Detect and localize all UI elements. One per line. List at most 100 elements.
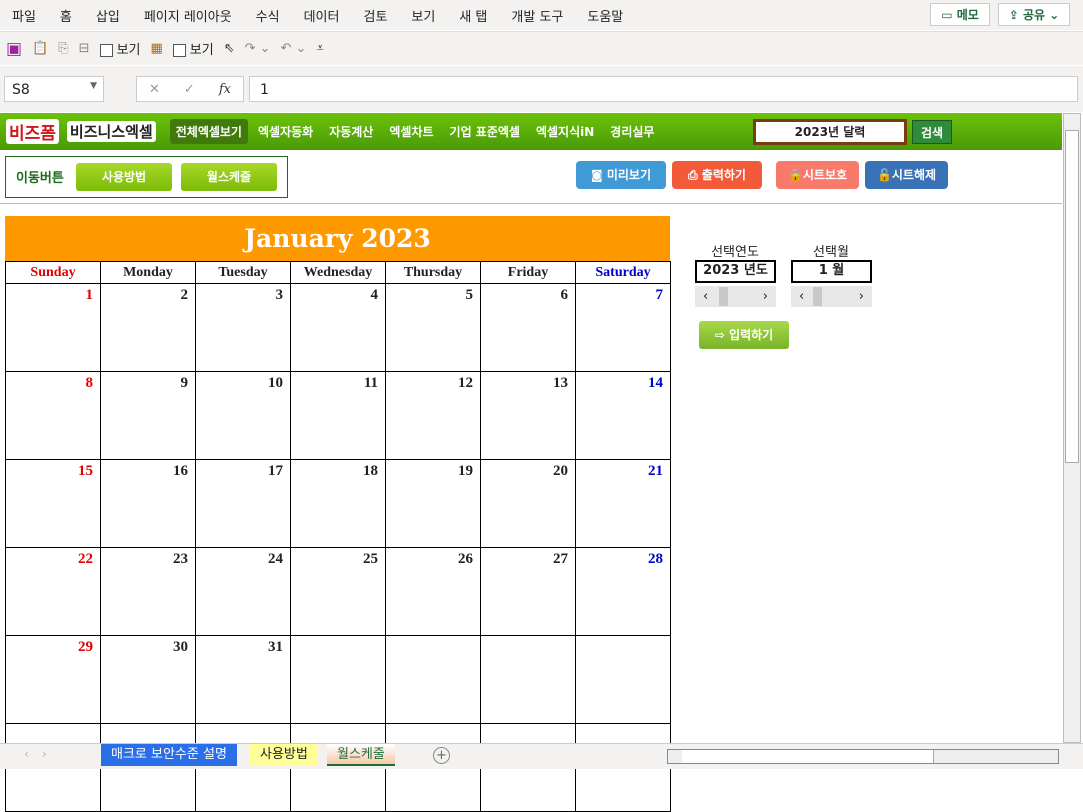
calendar-day-cell[interactable]: 25 [290,547,386,636]
menu-file[interactable]: 파일 [12,6,36,25]
menu-new-tab[interactable]: 새 탭 [459,6,487,25]
chevron-left-icon[interactable]: ‹ [703,289,708,304]
view-checkbox-1[interactable]: 보기 [99,39,140,58]
spinner-thumb[interactable] [719,287,729,306]
share-label: 공유 [1022,8,1046,22]
cancel-icon[interactable]: ✕ [149,82,160,97]
paste-formula-icon[interactable]: ⎘ [58,41,68,56]
merge-icon[interactable]: ⊟ [79,41,90,56]
sheet-tab-usage[interactable]: 사용방법 [250,744,318,766]
month-spinner[interactable]: ‹ › [791,286,872,307]
unprotect-sheet-button[interactable]: 🔓시트해제 [865,161,948,189]
calendar-day-cell[interactable]: 11 [290,371,386,460]
calendar-day-cell[interactable] [290,635,386,724]
calendar-day-cell[interactable]: 16 [100,459,196,548]
undo-icon[interactable]: ↶ ⌄ [281,41,307,56]
protect-sheet-button[interactable]: 🔒시트보호 [776,161,859,189]
menu-page-layout[interactable]: 페이지 레이아웃 [144,6,232,25]
usage-button[interactable]: 사용방법 [76,163,172,191]
calendar-day-cell[interactable]: 15 [5,459,101,548]
calendar-day-cell[interactable]: 26 [385,547,481,636]
calendar-day-cell[interactable]: 2 [100,283,196,372]
calendar-day-cell[interactable]: 28 [575,547,671,636]
nav-excel-knowledge[interactable]: 엑셀지식iN [530,119,600,144]
calendar-day-cell[interactable]: 27 [480,547,576,636]
calendar-day-cell[interactable]: 19 [385,459,481,548]
chevron-right-icon[interactable]: › [763,289,768,304]
memo-button[interactable]: ▭ 메모 [930,3,990,26]
input-button[interactable]: ⇨ 입력하기 [699,321,789,349]
calendar-day-cell[interactable]: 31 [195,635,291,724]
calendar-day-cell[interactable]: 10 [195,371,291,460]
calendar-day-cell[interactable]: 17 [195,459,291,548]
calendar-day-cell[interactable]: 29 [5,635,101,724]
menu-home[interactable]: 홈 [60,6,72,25]
formula-input[interactable]: 1 [249,76,1078,102]
save-icon[interactable]: ▣ [6,39,22,59]
chevron-right-icon[interactable]: › [859,289,864,304]
calendar-day-cell[interactable]: 4 [290,283,386,372]
preview-button[interactable]: ◙ 미리보기 [576,161,666,189]
calendar-day-cell[interactable] [575,635,671,724]
customize-icon[interactable]: ⩡ [316,41,323,56]
calendar-day-cell[interactable]: 8 [5,371,101,460]
cursor-icon[interactable]: ⇖ [224,41,235,56]
sheet-tab-macro[interactable]: 매크로 보안수준 설명 [101,744,237,766]
spinner-thumb[interactable] [813,287,823,306]
search-button[interactable]: 검색 [912,120,952,144]
nav-all-excel[interactable]: 전체엑셀보기 [169,119,248,144]
lock-grid-icon[interactable]: ▦ [150,41,162,56]
nav-auto-calc[interactable]: 자동계산 [323,119,379,144]
comment-icon: ▭ [941,7,957,22]
share-button[interactable]: ⇪ 공유 ⌄ [998,3,1070,26]
horizontal-scroll-thumb[interactable] [682,750,934,763]
calendar-day-cell[interactable]: 1 [5,283,101,372]
year-spinner[interactable]: ‹ › [695,286,776,307]
name-box[interactable]: S8 ▼ [4,76,104,102]
calendar-day-cell[interactable]: 9 [100,371,196,460]
nav-standard-excel[interactable]: 기업 표준엑셀 [444,119,526,144]
search-input[interactable]: 2023년 달력 [753,119,907,145]
menu-formulas[interactable]: 수식 [256,6,280,25]
calendar-day-cell[interactable]: 24 [195,547,291,636]
unlock-icon: 🔓 [876,168,892,182]
calendar-day-cell[interactable]: 3 [195,283,291,372]
sheet-tab-monthly-schedule[interactable]: 월스케줄 [327,744,395,766]
menu-help[interactable]: 도움말 [587,6,623,25]
redo-icon[interactable]: ↷ ⌄ [245,41,271,56]
tab-nav-arrows-icon[interactable]: ‹ › [24,747,47,762]
nav-accounting[interactable]: 경리실무 [604,119,660,144]
fx-icon[interactable]: fx [219,82,231,97]
menu-data[interactable]: 데이터 [304,6,340,25]
nav-excel-chart[interactable]: 엑셀차트 [383,119,439,144]
paste-values-icon[interactable]: 📋 [32,41,48,56]
menu-insert[interactable]: 삽입 [96,6,120,25]
vertical-scroll-thumb[interactable] [1065,130,1079,463]
calendar-day-cell[interactable]: 14 [575,371,671,460]
calendar-day-cell[interactable]: 20 [480,459,576,548]
print-button[interactable]: ⎙ 출력하기 [672,161,762,189]
calendar-day-cell[interactable]: 18 [290,459,386,548]
chevron-left-icon[interactable]: ‹ [799,289,804,304]
calendar-day-cell[interactable]: 21 [575,459,671,548]
bizform-logo[interactable]: 비즈폼 [6,119,59,144]
menu-developer[interactable]: 개발 도구 [511,6,563,25]
calendar-day-cell[interactable]: 12 [385,371,481,460]
check-icon[interactable]: ✓ [184,82,195,97]
calendar-day-cell[interactable]: 7 [575,283,671,372]
menu-review[interactable]: 검토 [363,6,387,25]
view-checkbox-2[interactable]: 보기 [172,39,214,58]
calendar-day-cell[interactable]: 22 [5,547,101,636]
calendar-day-cell[interactable]: 13 [480,371,576,460]
calendar-day-cell[interactable] [385,635,481,724]
calendar-day-cell[interactable]: 30 [100,635,196,724]
calendar-day-cell[interactable]: 5 [385,283,481,372]
calendar-day-cell[interactable]: 6 [480,283,576,372]
monthly-schedule-button[interactable]: 월스케줄 [181,163,277,191]
menu-view[interactable]: 보기 [411,6,435,25]
nav-excel-automation[interactable]: 엑셀자동화 [252,119,319,144]
calendar-day-cell[interactable] [480,635,576,724]
add-sheet-icon[interactable]: + [433,747,450,764]
business-excel-logo[interactable]: 비즈니스엑셀 [66,121,156,142]
calendar-day-cell[interactable]: 23 [100,547,196,636]
